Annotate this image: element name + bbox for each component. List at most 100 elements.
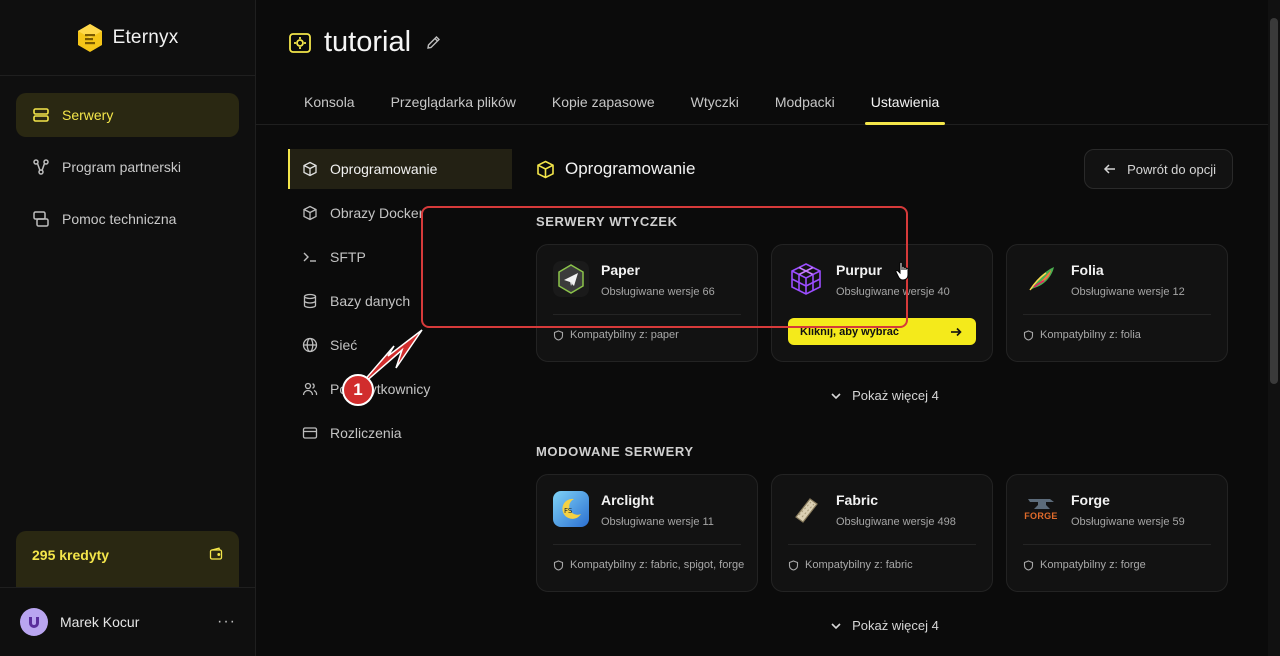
page-scrollbar[interactable] bbox=[1268, 0, 1280, 656]
cube-icon bbox=[537, 160, 554, 178]
globe-icon bbox=[302, 337, 318, 353]
card-divider bbox=[1023, 314, 1211, 315]
tab-konsola[interactable]: Konsola bbox=[286, 86, 373, 124]
database-icon bbox=[303, 293, 317, 309]
panel-header: Oprogramowanie Powrót do opcji bbox=[536, 149, 1233, 189]
server-icon bbox=[33, 108, 49, 122]
card-compat: Kompatybilny z: fabric bbox=[788, 559, 980, 571]
wallet-icon bbox=[209, 547, 223, 560]
card-compat-text: Kompatybilny z: fabric, spigot, forge bbox=[570, 559, 745, 571]
terminal-icon bbox=[303, 252, 316, 262]
avatar bbox=[20, 608, 48, 636]
settings-item-label: Oprogramowanie bbox=[330, 161, 438, 177]
section-title: Oprogramowanie bbox=[536, 159, 695, 179]
software-card-forge[interactable]: FORGE Forge Obsługiwane wersje 59 Kompat… bbox=[1006, 474, 1228, 592]
tab-wtyczki[interactable]: Wtyczki bbox=[673, 86, 757, 124]
title-row: tutorial bbox=[288, 26, 442, 59]
chevron-down-icon bbox=[831, 392, 841, 399]
settings-item-label: Obrazy Docker bbox=[330, 205, 424, 221]
card-versions: Obsługiwane wersje 12 bbox=[1071, 286, 1185, 298]
card-versions: Obsługiwane wersje 11 bbox=[601, 516, 714, 528]
folia-logo-icon bbox=[1023, 261, 1059, 297]
software-card-arclight[interactable]: FS Arclight Obsługiwane wersje 11 Kompat… bbox=[536, 474, 758, 592]
pencil-icon[interactable] bbox=[425, 34, 442, 51]
show-more-plugin-servers[interactable]: Pokaż więcej 4 bbox=[536, 388, 1233, 403]
software-card-fabric[interactable]: Fabric Obsługiwane wersje 498 Kompatybil… bbox=[771, 474, 993, 592]
back-to-options-button[interactable]: Powrót do opcji bbox=[1084, 149, 1233, 189]
card-name: Folia bbox=[1071, 262, 1104, 278]
sidebar-item-serwery[interactable]: Serwery bbox=[16, 93, 239, 137]
settings-item-oprogramowanie[interactable]: Oprogramowanie bbox=[288, 149, 512, 189]
eternyx-logo-icon bbox=[77, 23, 102, 52]
app-sidebar: Eternyx Serwery Program partnerski Pomoc… bbox=[0, 0, 256, 656]
section-title-text: Oprogramowanie bbox=[565, 159, 696, 178]
user-avatar-icon bbox=[29, 617, 39, 628]
back-button-label: Powrót do opcji bbox=[1127, 161, 1216, 177]
user-profile[interactable]: Marek Kocur ··· bbox=[0, 587, 256, 656]
settings-item-label: Bazy danych bbox=[330, 293, 411, 309]
modded-server-cards: FS Arclight Obsługiwane wersje 11 Kompat… bbox=[536, 474, 1228, 592]
users-icon bbox=[302, 382, 318, 396]
card-compat-text: Kompatybilny z: fabric bbox=[805, 559, 913, 571]
scrollbar-thumb[interactable] bbox=[1270, 18, 1278, 384]
card-compat-text: Kompatybilny z: paper bbox=[570, 329, 679, 341]
group-title-modded-servers: MODOWANE SERWERY bbox=[536, 444, 694, 459]
annotation-step-badge: 1 bbox=[342, 374, 374, 406]
tab-kopie-zapasowe[interactable]: Kopie zapasowe bbox=[534, 86, 673, 124]
software-card-folia[interactable]: Folia Obsługiwane wersje 12 Kompatybilny… bbox=[1006, 244, 1228, 362]
card-divider bbox=[553, 544, 741, 545]
sidebar-item-label: Serwery bbox=[62, 107, 114, 123]
arrow-right-icon bbox=[951, 327, 962, 336]
forge-logo-icon: FORGE bbox=[1023, 491, 1059, 527]
brand-name: Eternyx bbox=[112, 26, 179, 48]
settings-item-rozliczenia[interactable]: Rozliczenia bbox=[288, 413, 512, 453]
credits-panel[interactable]: 295 kredyty bbox=[16, 531, 239, 587]
sidebar-nav: Serwery Program partnerski Pomoc technic… bbox=[0, 76, 255, 241]
card-name: Arclight bbox=[601, 492, 654, 508]
card-divider bbox=[788, 544, 976, 545]
shield-icon bbox=[788, 559, 799, 571]
shield-icon bbox=[1023, 559, 1034, 571]
docker-icon bbox=[303, 205, 317, 221]
card-compat: Kompatybilny z: forge bbox=[1023, 559, 1215, 571]
show-more-label: Pokaż więcej 4 bbox=[852, 388, 939, 403]
card-versions: Obsługiwane wersje 498 bbox=[836, 516, 956, 528]
show-more-modded-servers[interactable]: Pokaż więcej 4 bbox=[536, 618, 1233, 633]
arrow-left-icon bbox=[1104, 164, 1116, 174]
card-divider bbox=[1023, 544, 1211, 545]
shield-icon bbox=[553, 329, 564, 341]
brand[interactable]: Eternyx bbox=[0, 0, 255, 76]
card-compat: Kompatybilny z: paper bbox=[553, 329, 745, 341]
show-more-label: Pokaż więcej 4 bbox=[852, 618, 939, 633]
settings-item-label: Rozliczenia bbox=[330, 425, 402, 441]
card-name: Forge bbox=[1071, 492, 1110, 508]
page-header: tutorial Konsola Przeglądarka plików Kop… bbox=[256, 0, 1268, 125]
shield-icon bbox=[1023, 329, 1034, 341]
support-icon bbox=[33, 211, 49, 227]
fabric-logo-icon bbox=[788, 491, 824, 527]
user-name: Marek Kocur bbox=[60, 614, 140, 630]
forge-logo-text: FORGE bbox=[1024, 511, 1058, 521]
card-compat-text: Kompatybilny z: folia bbox=[1040, 329, 1141, 341]
card-compat-text: Kompatybilny z: forge bbox=[1040, 559, 1146, 571]
credits-amount: 295 kredyty bbox=[32, 547, 110, 563]
sidebar-item-pomoc-techniczna[interactable]: Pomoc techniczna bbox=[16, 197, 239, 241]
tab-bar: Konsola Przeglądarka plików Kopie zapaso… bbox=[286, 86, 957, 125]
card-versions: Obsługiwane wersje 59 bbox=[1071, 516, 1185, 528]
card-compat: Kompatybilny z: fabric, spigot, forge bbox=[553, 559, 745, 571]
settings-item-label: SFTP bbox=[330, 249, 366, 265]
sidebar-item-label: Pomoc techniczna bbox=[62, 211, 177, 227]
shield-icon bbox=[553, 559, 564, 571]
sidebar-item-program-partnerski[interactable]: Program partnerski bbox=[16, 145, 239, 189]
annotation-highlight-box bbox=[421, 206, 908, 328]
card-name: Fabric bbox=[836, 492, 879, 508]
tab-ustawienia[interactable]: Ustawienia bbox=[853, 86, 957, 125]
arclight-logo-icon: FS bbox=[553, 491, 589, 527]
more-options-icon[interactable]: ··· bbox=[217, 613, 236, 631]
hand-cursor-icon bbox=[895, 261, 909, 281]
svg-text:FS: FS bbox=[564, 507, 573, 515]
tab-modpacki[interactable]: Modpacki bbox=[757, 86, 853, 124]
server-settings-icon bbox=[289, 32, 311, 53]
sidebar-item-label: Program partnerski bbox=[62, 159, 182, 175]
tab-przegladarka-plikow[interactable]: Przeglądarka plików bbox=[373, 86, 534, 124]
